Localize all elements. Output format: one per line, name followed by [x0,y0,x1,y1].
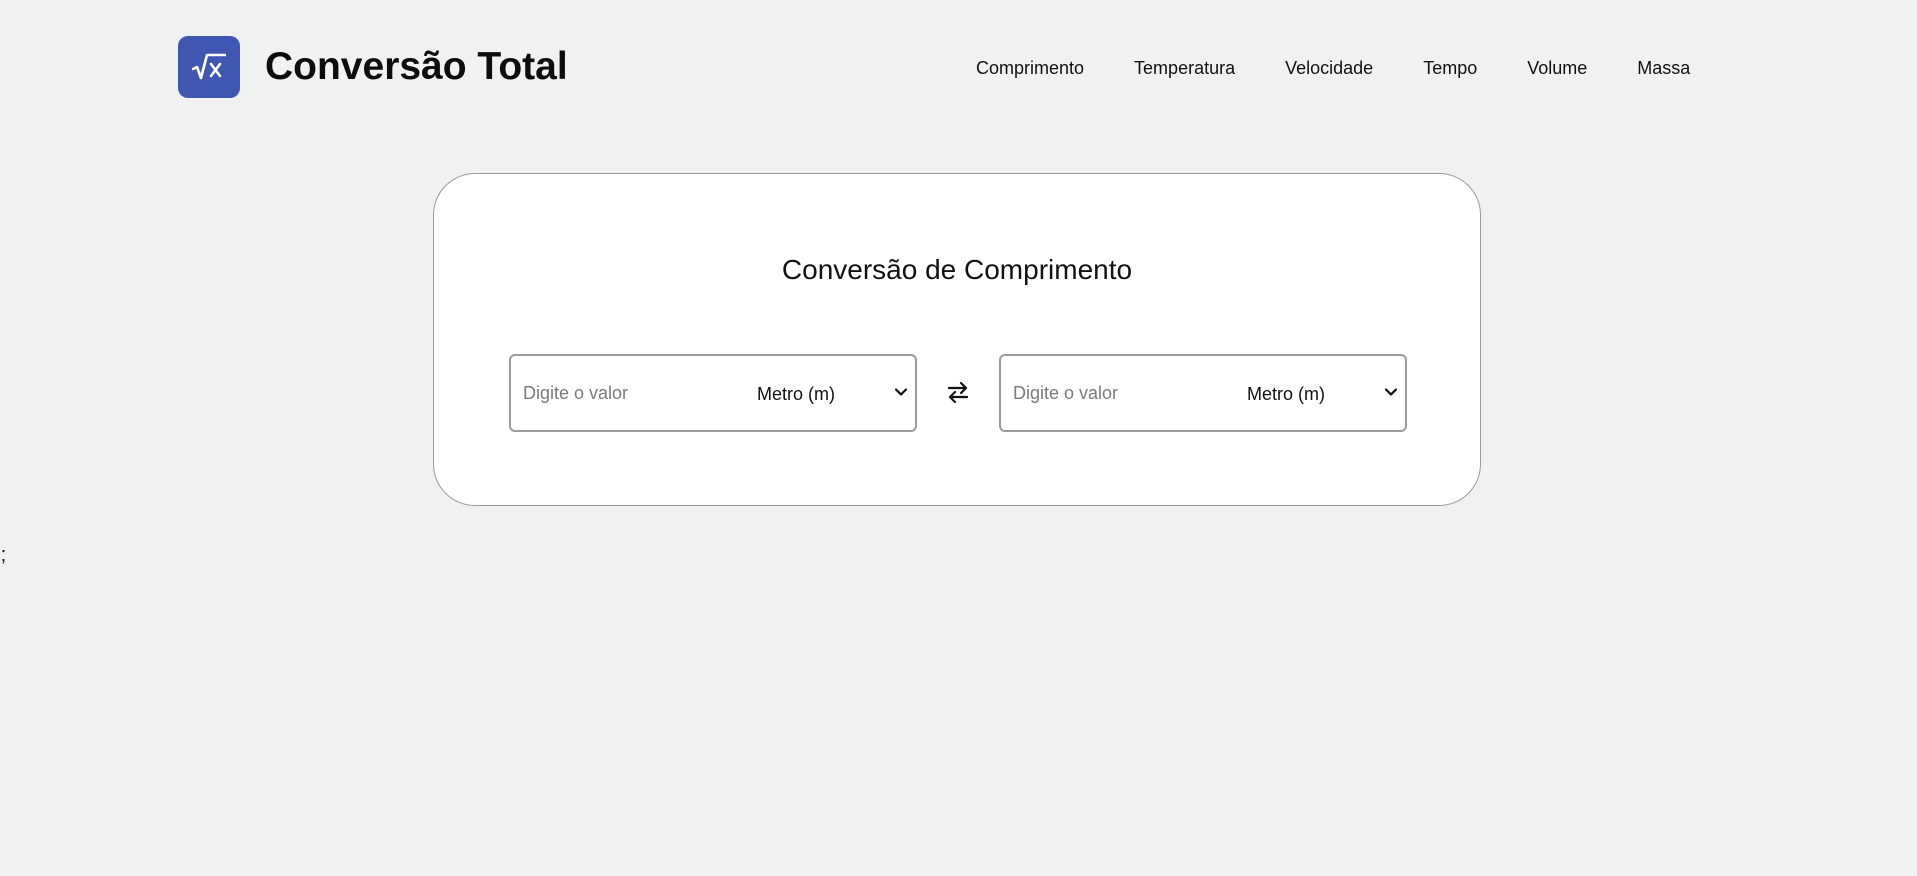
converter-title: Conversão de Comprimento [781,254,1133,285]
nav-item-volume[interactable]: Volume [1527,56,1587,80]
nav-item-tempo[interactable]: Tempo [1423,56,1477,80]
site-header: Conversão Total Comprimento Temperatura … [0,0,1917,135]
stray-code-text: ); [0,544,7,566]
to-field: Metro (m) [999,354,1407,432]
to-unit-value: Metro (m) [1247,384,1325,404]
from-value-input[interactable] [523,376,743,410]
from-unit-value: Metro (m) [757,384,835,404]
from-unit-select[interactable]: Metro (m) [757,376,907,412]
logo[interactable] [178,36,240,98]
chevron-down-icon [1385,388,1397,396]
converter-card: Conversão de Comprimento Metro (m) Metro… [433,173,1481,506]
swap-arrows-icon [947,381,969,403]
nav-item-massa[interactable]: Massa [1637,56,1690,80]
chevron-down-icon [895,388,907,396]
from-field: Metro (m) [509,354,917,432]
main-nav: Comprimento Temperatura Velocidade Tempo… [976,56,1690,80]
square-root-x-icon [192,53,226,80]
to-value-input[interactable] [1013,376,1233,410]
nav-item-velocidade[interactable]: Velocidade [1285,56,1373,80]
swap-units-button[interactable] [941,372,975,412]
nav-item-temperatura[interactable]: Temperatura [1134,56,1235,80]
site-title: Conversão Total [265,45,568,88]
to-unit-select[interactable]: Metro (m) [1247,376,1397,412]
nav-item-comprimento[interactable]: Comprimento [976,56,1084,80]
